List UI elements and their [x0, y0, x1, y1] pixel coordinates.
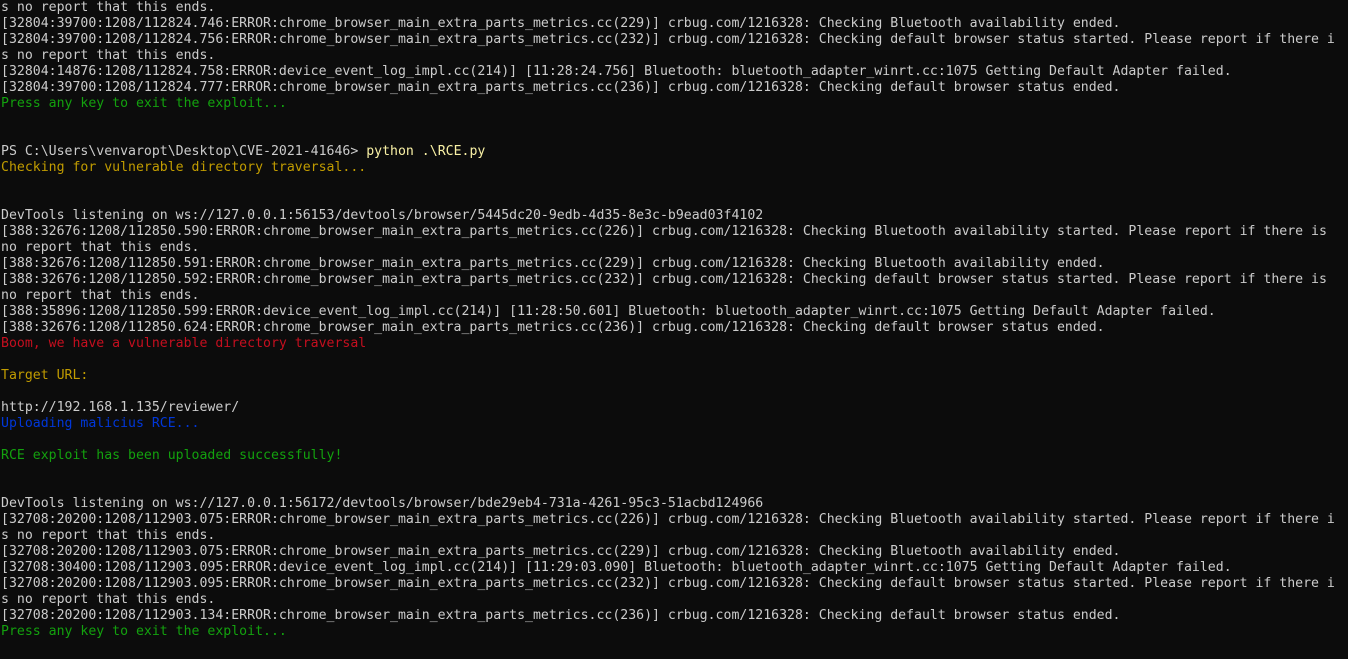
- output-line: Target URL:: [1, 368, 1348, 384]
- output-text: [388:32676:1208/112850.590:ERROR:chrome_…: [1, 224, 1327, 239]
- output-text: [32708:20200:1208/112903.075:ERROR:chrom…: [1, 512, 1335, 527]
- output-text: [32708:20200:1208/112903.075:ERROR:chrom…: [1, 544, 1121, 559]
- output-text: Boom, we have a vulnerable directory tra…: [1, 336, 367, 351]
- output-text: [32804:14876:1208/112824.758:ERROR:devic…: [1, 64, 1232, 79]
- prompt-path: PS C:\Users\venvaropt\Desktop\CVE-2021-4…: [1, 144, 367, 159]
- output-text: s no report that this ends.: [1, 48, 216, 63]
- output-line: [32708:20200:1208/112903.134:ERROR:chrom…: [1, 608, 1348, 624]
- output-line: [388:32676:1208/112850.591:ERROR:chrome_…: [1, 256, 1348, 272]
- output-text: [388:32676:1208/112850.591:ERROR:chrome_…: [1, 256, 1105, 271]
- output-text: [388:35896:1208/112850.599:ERROR:device_…: [1, 304, 1216, 319]
- output-text: Uploading malicius RCE...: [1, 416, 200, 431]
- output-text: no report that this ends.: [1, 288, 200, 303]
- output-line: [32804:14876:1208/112824.758:ERROR:devic…: [1, 64, 1348, 80]
- output-line: no report that this ends.: [1, 240, 1348, 256]
- output-text: no report that this ends.: [1, 240, 200, 255]
- output-text: s no report that this ends.: [1, 528, 216, 543]
- output-text: [388:32676:1208/112850.592:ERROR:chrome_…: [1, 272, 1327, 287]
- output-line: Press any key to exit the exploit...: [1, 624, 1348, 640]
- output-line: [32708:20200:1208/112903.075:ERROR:chrom…: [1, 544, 1348, 560]
- terminal-window[interactable]: s no report that this ends. [32804:39700:…: [0, 0, 1348, 659]
- output-line: http://192.168.1.135/reviewer/: [1, 400, 1348, 416]
- output-line: [388:32676:1208/112850.590:ERROR:chrome_…: [1, 224, 1348, 240]
- output-text: [32804:39700:1208/112824.777:ERROR:chrom…: [1, 80, 1121, 95]
- output-text: RCE exploit has been uploaded successful…: [1, 448, 343, 463]
- output-line: s no report that this ends.: [1, 528, 1348, 544]
- output-text: [32708:20200:1208/112903.095:ERROR:chrom…: [1, 576, 1335, 591]
- output-line: [388:35896:1208/112850.599:ERROR:device_…: [1, 304, 1348, 320]
- output-text: DevTools listening on ws://127.0.0.1:561…: [1, 208, 764, 223]
- output-text: [32804:39700:1208/112824.756:ERROR:chrom…: [1, 32, 1335, 47]
- output-line: Boom, we have a vulnerable directory tra…: [1, 336, 1348, 352]
- prompt-line: PS C:\Users\venvaropt\Desktop\CVE-2021-4…: [1, 144, 1348, 160]
- output-line: DevTools listening on ws://127.0.0.1:561…: [1, 496, 1348, 512]
- output-line: [32804:39700:1208/112824.756:ERROR:chrom…: [1, 32, 1348, 48]
- output-text: Press any key to exit the exploit...: [1, 96, 287, 111]
- output-text: Target URL:: [1, 368, 89, 383]
- output-line: no report that this ends.: [1, 288, 1348, 304]
- output-line: Press any key to exit the exploit...: [1, 96, 1348, 112]
- output-text: s no report that this ends.: [1, 0, 216, 15]
- output-line: s no report that this ends.: [1, 0, 1348, 16]
- output-text: DevTools listening on ws://127.0.0.1:561…: [1, 496, 764, 511]
- output-text: http://192.168.1.135/reviewer/: [1, 400, 240, 415]
- output-text: [32708:20200:1208/112903.134:ERROR:chrom…: [1, 608, 1121, 623]
- output-line: [388:32676:1208/112850.592:ERROR:chrome_…: [1, 272, 1348, 288]
- output-text: [32804:39700:1208/112824.746:ERROR:chrom…: [1, 16, 1121, 31]
- typed-command: python .\RCE.py: [366, 144, 486, 159]
- output-line: [32708:20200:1208/112903.095:ERROR:chrom…: [1, 576, 1348, 592]
- output-line: DevTools listening on ws://127.0.0.1:561…: [1, 208, 1348, 224]
- output-line: Checking for vulnerable directory traver…: [1, 160, 1348, 176]
- output-text: Checking for vulnerable directory traver…: [1, 160, 367, 175]
- output-line: Uploading malicius RCE...: [1, 416, 1348, 432]
- output-text: [388:32676:1208/112850.624:ERROR:chrome_…: [1, 320, 1105, 335]
- output-text: s no report that this ends.: [1, 592, 216, 607]
- output-line: [32804:39700:1208/112824.777:ERROR:chrom…: [1, 80, 1348, 96]
- output-line: [388:32676:1208/112850.624:ERROR:chrome_…: [1, 320, 1348, 336]
- output-text: Press any key to exit the exploit...: [1, 624, 287, 639]
- output-text: [32708:30400:1208/112903.095:ERROR:devic…: [1, 560, 1232, 575]
- output-line: s no report that this ends.: [1, 592, 1348, 608]
- output-line: [32708:30400:1208/112903.095:ERROR:devic…: [1, 560, 1348, 576]
- output-line: s no report that this ends.: [1, 48, 1348, 64]
- output-line: [32804:39700:1208/112824.746:ERROR:chrom…: [1, 16, 1348, 32]
- output-line: [32708:20200:1208/112903.075:ERROR:chrom…: [1, 512, 1348, 528]
- output-line: RCE exploit has been uploaded successful…: [1, 448, 1348, 464]
